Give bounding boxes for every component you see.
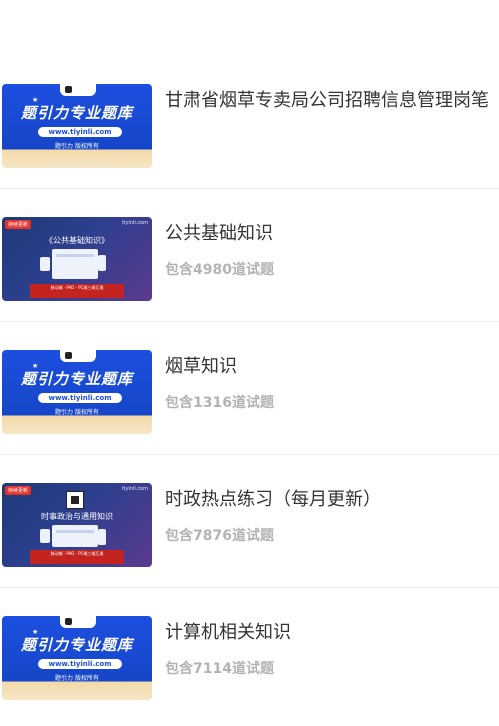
thumb-tag: 持续更新 — [5, 486, 32, 495]
thumb-url: www.tiyinli.com — [38, 393, 122, 403]
item-thumbnail: ★ 题引力专业题库 www.tiyinli.com 题引力 版权所有 — [2, 616, 152, 700]
logo-icon — [60, 84, 96, 96]
qr-code-icon — [66, 491, 84, 509]
list-item[interactable]: 持续更新 tiyinli.com 《公共基础知识》 移动端 · PAD · PC… — [0, 189, 499, 322]
thumb-footer: 题引力 版权所有 — [55, 409, 99, 416]
question-count: 包含7114道试题 — [165, 661, 274, 677]
question-count: 包含4980道试题 — [165, 262, 274, 278]
tablet-icon — [40, 529, 50, 543]
item-title[interactable]: 甘肃省烟草专卖局公司招聘信息管理岗笔 — [165, 86, 499, 112]
monitor-icon — [52, 249, 98, 279]
phone-icon — [98, 529, 106, 545]
thumb-site: tiyinli.com — [122, 220, 148, 226]
item-title[interactable]: 时政热点练习（每月更新） — [165, 485, 499, 511]
item-thumbnail: ★ 题引力专业题库 www.tiyinli.com 题引力 版权所有 — [2, 350, 152, 434]
thumb-headline: 题引力专业题库 — [20, 104, 133, 122]
question-count: 包含1316道试题 — [165, 395, 274, 411]
phone-icon — [98, 255, 106, 271]
thumb-headline: 题引力专业题库 — [20, 636, 133, 654]
thumb-tag: 持续更新 — [5, 220, 32, 229]
thumb-title: 《公共基础知识》 — [45, 236, 109, 245]
logo-icon — [60, 616, 96, 628]
item-title[interactable]: 烟草知识 — [165, 352, 499, 378]
monitor-icon — [52, 525, 98, 547]
item-thumbnail: 持续更新 tiyinli.com 《公共基础知识》 移动端 · PAD · PC… — [2, 217, 152, 301]
item-title[interactable]: 公共基础知识 — [165, 219, 499, 245]
thumb-title: 时事政治与通用知识 — [41, 512, 113, 521]
logo-icon — [60, 350, 96, 362]
list-item[interactable]: ★ 题引力专业题库 www.tiyinli.com 题引力 版权所有 甘肃省烟草… — [0, 56, 499, 189]
thumb-url: www.tiyinli.com — [38, 127, 122, 137]
list-item[interactable]: 持续更新 tiyinli.com 时事政治与通用知识 移动端 · PAD · P… — [0, 455, 499, 588]
thumb-site: tiyinli.com — [122, 486, 148, 492]
thumb-footer: 题引力 版权所有 — [55, 143, 99, 150]
question-bank-list: ★ 题引力专业题库 www.tiyinli.com 题引力 版权所有 甘肃省烟草… — [0, 56, 499, 721]
list-item[interactable]: ★ 题引力专业题库 www.tiyinli.com 题引力 版权所有 计算机相关… — [0, 588, 499, 721]
thumb-footer: 题引力 版权所有 — [55, 675, 99, 682]
question-count: 包含7876道试题 — [165, 528, 274, 544]
item-thumbnail: 持续更新 tiyinli.com 时事政治与通用知识 移动端 · PAD · P… — [2, 483, 152, 567]
thumb-banner: 移动端 · PAD · PC端三端互通 — [30, 284, 124, 298]
tablet-icon — [40, 257, 50, 271]
thumb-banner: 移动端 · PAD · PC端三端互通 — [30, 550, 124, 564]
thumb-headline: 题引力专业题库 — [20, 370, 133, 388]
item-thumbnail: ★ 题引力专业题库 www.tiyinli.com 题引力 版权所有 — [2, 84, 152, 168]
list-item[interactable]: ★ 题引力专业题库 www.tiyinli.com 题引力 版权所有 烟草知识 … — [0, 322, 499, 455]
item-title[interactable]: 计算机相关知识 — [165, 618, 499, 644]
thumb-url: www.tiyinli.com — [38, 659, 122, 669]
